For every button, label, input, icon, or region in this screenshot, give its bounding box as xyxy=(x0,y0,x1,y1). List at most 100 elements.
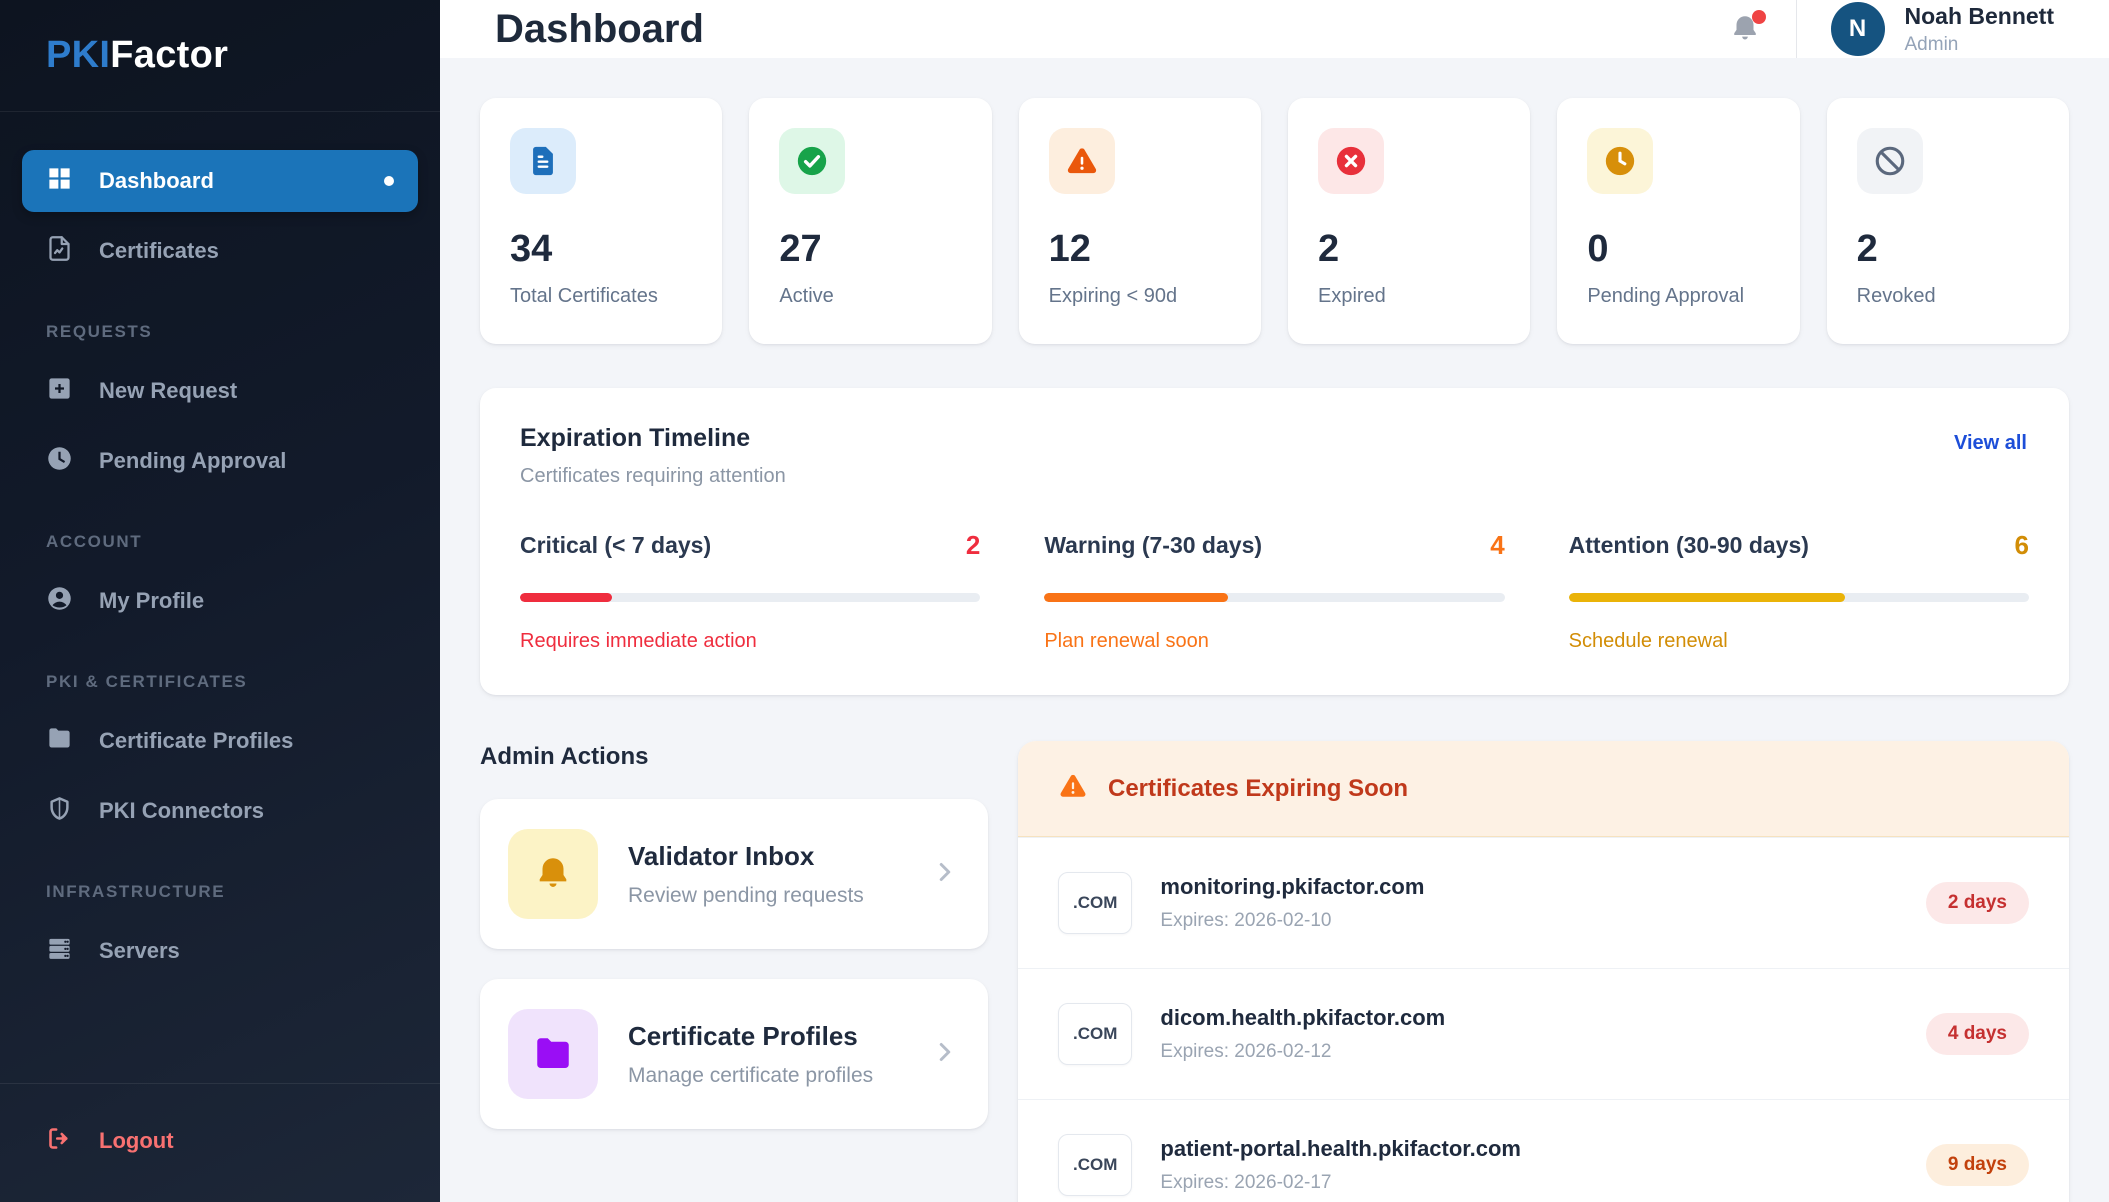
timeline-segment-warning: Warning (7-30 days) 4 Plan renewal soon xyxy=(1044,530,1504,653)
timeline-subtitle: Certificates requiring attention xyxy=(520,465,2029,488)
sidebar-item-label: PKI Connectors xyxy=(99,798,264,824)
clock-icon xyxy=(46,445,73,478)
stat-card-total-certificates: 34 Total Certificates xyxy=(480,98,722,344)
expiration-timeline-card: View all Expiration Timeline Certificate… xyxy=(480,388,2069,695)
folder-icon xyxy=(46,725,73,758)
expiring-row-text: dicom.health.pkifactor.com Expires: 2026… xyxy=(1160,1005,1445,1063)
brand-part-1: PKI xyxy=(46,34,110,77)
segment-label: Attention (30-90 days) xyxy=(1569,532,1809,559)
stat-label: Expiring < 90d xyxy=(1049,285,1231,308)
sidebar-item-pending-approval[interactable]: Pending Approval xyxy=(22,430,418,492)
sidebar-item-label: My Profile xyxy=(99,588,204,614)
user-meta: Noah Bennett Admin xyxy=(1905,3,2055,56)
logout-icon xyxy=(46,1125,73,1158)
nav-section-pki-certificates: PKI & CERTIFICATES xyxy=(46,672,394,692)
sidebar-footer: Logout xyxy=(0,1083,440,1202)
sidebar-item-label: Certificate Profiles xyxy=(99,728,293,754)
warning-triangle-icon xyxy=(1049,128,1115,194)
bell-icon xyxy=(508,829,598,919)
chevron-right-icon xyxy=(930,857,960,892)
certificate-domain: monitoring.pkifactor.com xyxy=(1160,874,1424,900)
server-icon xyxy=(46,935,73,968)
user-name: Noah Bennett xyxy=(1905,3,2055,30)
stat-label: Pending Approval xyxy=(1587,285,1769,308)
sidebar-item-servers[interactable]: Servers xyxy=(22,920,418,982)
brand-part-2: Factor xyxy=(110,34,228,77)
action-card-text: Validator Inbox Review pending requests xyxy=(628,841,864,908)
sidebar-item-my-profile[interactable]: My Profile xyxy=(22,570,418,632)
certificates-expiring-panel: Certificates Expiring Soon .COM monitori… xyxy=(1018,741,2069,1202)
days-remaining-badge: 2 days xyxy=(1926,882,2029,924)
view-all-link[interactable]: View all xyxy=(1954,432,2027,455)
logout-button[interactable]: Logout xyxy=(22,1110,418,1172)
admin-actions-heading: Admin Actions xyxy=(480,743,988,771)
days-remaining-badge: 9 days xyxy=(1926,1144,2029,1186)
nav-section-infrastructure: INFRASTRUCTURE xyxy=(46,882,394,902)
expiring-row: .COM dicom.health.pkifactor.com Expires:… xyxy=(1018,968,2069,1099)
segment-count: 4 xyxy=(1490,530,1504,561)
plus-square-icon xyxy=(46,375,73,408)
tld-badge: .COM xyxy=(1058,1134,1132,1196)
stat-value: 27 xyxy=(779,228,961,271)
action-card-validator-inbox[interactable]: Validator Inbox Review pending requests xyxy=(480,799,988,949)
x-circle-icon xyxy=(1318,128,1384,194)
expiring-panel-header: Certificates Expiring Soon xyxy=(1018,741,2069,837)
stat-card-pending-approval: 0 Pending Approval xyxy=(1557,98,1799,344)
stat-value: 12 xyxy=(1049,228,1231,271)
segment-label: Critical (< 7 days) xyxy=(520,532,711,559)
timeline-segments: Critical (< 7 days) 2 Requires immediate… xyxy=(520,530,2029,653)
sidebar-nav: Dashboard Certificates REQUESTS New Requ… xyxy=(0,112,440,1083)
certificate-expiry: Expires: 2026-02-10 xyxy=(1160,910,1424,932)
sidebar-item-label: Dashboard xyxy=(99,168,214,194)
segment-caption: Requires immediate action xyxy=(520,630,980,653)
user-menu[interactable]: N Noah Bennett Admin xyxy=(1831,2,2055,56)
sidebar-item-certificate-profiles[interactable]: Certificate Profiles xyxy=(22,710,418,772)
page-title: Dashboard xyxy=(495,7,704,52)
shield-icon xyxy=(46,795,73,828)
dashboard-grid-icon xyxy=(46,165,73,198)
ban-icon xyxy=(1857,128,1923,194)
stat-cards-row: 34 Total Certificates 27 Active 12 Expir… xyxy=(480,98,2069,344)
stat-value: 2 xyxy=(1857,228,2039,271)
progress-track xyxy=(520,593,980,602)
progress-fill xyxy=(1044,593,1228,602)
stat-value: 2 xyxy=(1318,228,1500,271)
stat-card-expiring: 12 Expiring < 90d xyxy=(1019,98,1261,344)
bell-icon xyxy=(1728,33,1762,50)
stat-value: 34 xyxy=(510,228,692,271)
sidebar-item-pki-connectors[interactable]: PKI Connectors xyxy=(22,780,418,842)
nav-section-account: ACCOUNT xyxy=(46,532,394,552)
action-card-certificate-profiles[interactable]: Certificate Profiles Manage certificate … xyxy=(480,979,988,1129)
check-circle-icon xyxy=(779,128,845,194)
action-title: Certificate Profiles xyxy=(628,1021,873,1052)
active-indicator-dot xyxy=(384,176,394,186)
stat-card-revoked: 2 Revoked xyxy=(1827,98,2069,344)
certificate-domain: dicom.health.pkifactor.com xyxy=(1160,1005,1445,1031)
sidebar-item-certificates[interactable]: Certificates xyxy=(22,220,418,282)
expiring-row-text: monitoring.pkifactor.com Expires: 2026-0… xyxy=(1160,874,1424,932)
chevron-right-icon xyxy=(930,1037,960,1072)
segment-count: 6 xyxy=(2015,530,2029,561)
sidebar-item-dashboard[interactable]: Dashboard xyxy=(22,150,418,212)
tld-badge: .COM xyxy=(1058,872,1132,934)
notification-unread-dot xyxy=(1752,10,1766,24)
warning-triangle-icon xyxy=(1058,771,1088,806)
page-header: Dashboard N Noah Bennett Admin xyxy=(440,0,2109,58)
folder-icon xyxy=(508,1009,598,1099)
progress-track xyxy=(1044,593,1504,602)
progress-fill xyxy=(520,593,612,602)
sidebar-item-new-request[interactable]: New Request xyxy=(22,360,418,422)
stat-label: Revoked xyxy=(1857,285,2039,308)
days-remaining-badge: 4 days xyxy=(1926,1013,2029,1055)
admin-actions-column: Admin Actions Validator Inbox Review pen… xyxy=(480,741,988,1202)
stat-label: Active xyxy=(779,285,961,308)
certificate-domain: patient-portal.health.pkifactor.com xyxy=(1160,1136,1521,1162)
sidebar-item-label: Servers xyxy=(99,938,180,964)
segment-caption: Plan renewal soon xyxy=(1044,630,1504,653)
stat-label: Expired xyxy=(1318,285,1500,308)
expiring-row: .COM monitoring.pkifactor.com Expires: 2… xyxy=(1018,837,2069,968)
timeline-title: Expiration Timeline xyxy=(520,424,2029,453)
notifications-button[interactable] xyxy=(1728,12,1762,46)
user-icon xyxy=(46,585,73,618)
progress-fill xyxy=(1569,593,1845,602)
